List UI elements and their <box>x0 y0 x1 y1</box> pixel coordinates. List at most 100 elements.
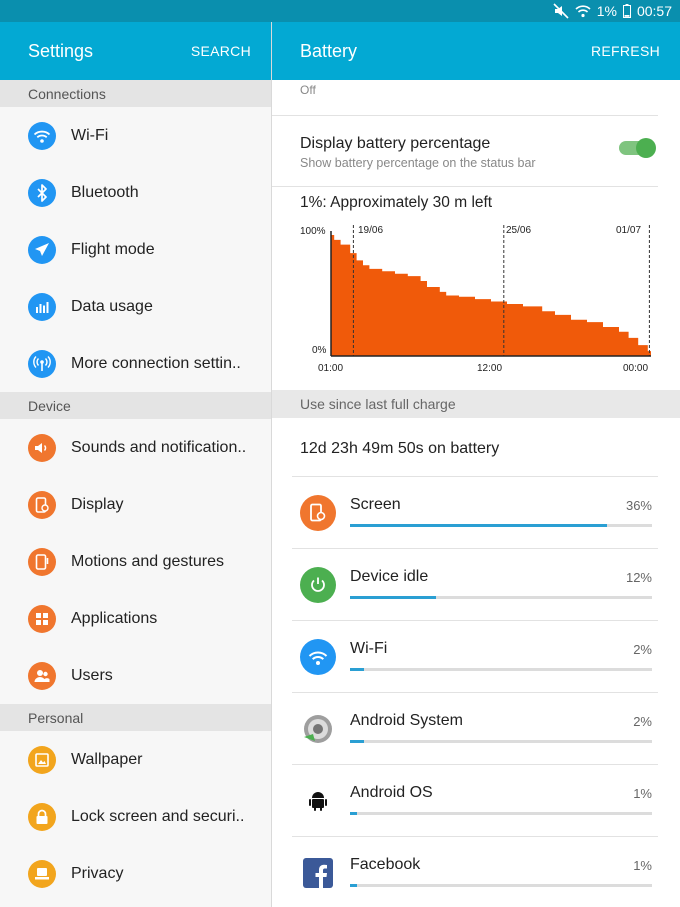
usage-progress-track <box>350 596 652 599</box>
menu-item-users[interactable]: Users <box>0 647 271 704</box>
usage-progress-track <box>350 524 652 527</box>
use-since-full-charge-header: Use since last full charge <box>272 390 680 418</box>
menu-item-label: Flight mode <box>71 240 155 258</box>
wifi-icon <box>575 4 591 18</box>
section-header-personal: Personal <box>0 704 271 731</box>
date-marker-label: 01/07 <box>616 225 641 236</box>
menu-item-flight-mode[interactable]: Flight mode <box>0 221 271 278</box>
usage-item-percent: 2% <box>633 714 652 729</box>
speaker-icon <box>28 433 56 462</box>
users-icon <box>28 661 56 690</box>
display-battery-percentage-row[interactable]: Display battery percentage Show battery … <box>272 116 658 187</box>
usage-item-wifi[interactable]: Wi-Fi 2% <box>292 620 658 692</box>
settings-app-bar: Settings SEARCH <box>0 22 271 80</box>
menu-item-wifi[interactable]: Wi-Fi <box>0 107 271 164</box>
bluetooth-icon <box>28 178 56 207</box>
battery-level-area <box>331 235 651 356</box>
usage-item-percent: 1% <box>633 786 652 801</box>
usage-item-facebook[interactable]: Facebook 1% <box>292 836 658 907</box>
battery-app-bar: Battery REFRESH <box>272 22 680 80</box>
usage-item-device-idle[interactable]: Device idle 12% <box>292 548 658 620</box>
time-on-battery: 12d 23h 49m 50s on battery <box>300 440 500 457</box>
usage-progress-fill <box>350 884 358 887</box>
menu-item-label: Privacy <box>71 864 124 882</box>
power-saving-setting-row[interactable]: Off <box>272 80 658 116</box>
android-system-icon <box>300 711 336 747</box>
usage-progress-track <box>350 740 652 743</box>
battery-usage-chart: 100% 0% 01:00 12:00 00:00 19/06 25/06 01… <box>292 217 660 377</box>
menu-item-label: Sounds and notification.. <box>71 438 247 456</box>
usage-item-percent: 36% <box>625 498 652 513</box>
usage-progress-track <box>350 812 652 815</box>
airplane-icon <box>28 235 56 264</box>
usage-item-name: Android System <box>350 712 463 729</box>
usage-item-screen[interactable]: Screen 36% <box>292 476 658 548</box>
hand-icon <box>28 547 56 576</box>
status-bar: 1% 00:57 <box>0 0 680 22</box>
menu-item-label: Motions and gestures <box>71 552 224 570</box>
usage-item-percent: 1% <box>633 858 652 873</box>
x-tick-label: 00:00 <box>623 363 648 374</box>
battery-panel: Battery REFRESH Off Display battery perc… <box>272 22 680 907</box>
wifi-icon <box>28 121 56 150</box>
y-axis-top-label: 100% <box>300 226 326 237</box>
settings-panel: Settings SEARCH Connections Wi-Fi Blueto… <box>0 22 271 907</box>
usage-item-percent: 12% <box>625 570 652 585</box>
usage-progress-fill <box>350 812 358 815</box>
battery-percentage-toggle[interactable] <box>619 138 656 158</box>
menu-item-label: Applications <box>71 609 158 627</box>
menu-item-label: Data usage <box>71 297 153 315</box>
facebook-icon <box>300 855 336 891</box>
antenna-icon <box>28 349 56 378</box>
x-tick-label: 01:00 <box>318 363 343 374</box>
usage-progress-fill <box>350 668 365 671</box>
refresh-button[interactable]: REFRESH <box>591 43 660 59</box>
settings-title: Settings <box>28 40 94 61</box>
menu-item-wallpaper[interactable]: Wallpaper <box>0 731 271 788</box>
menu-item-lock-screen[interactable]: Lock screen and securi.. <box>0 788 271 845</box>
privacy-icon <box>28 859 56 888</box>
menu-item-more-connection-settings[interactable]: More connection settin.. <box>0 335 271 392</box>
android-robot-icon <box>300 783 336 819</box>
lock-icon <box>28 802 56 831</box>
menu-item-label: Wallpaper <box>71 750 143 768</box>
setting-subtitle: Show battery percentage on the status ba… <box>300 156 536 170</box>
usage-item-percent: 2% <box>633 642 652 657</box>
menu-item-motions-gestures[interactable]: Motions and gestures <box>0 533 271 590</box>
menu-item-applications[interactable]: Applications <box>0 590 271 647</box>
search-button[interactable]: SEARCH <box>191 43 251 59</box>
section-header-connections: Connections <box>0 80 271 107</box>
toggle-knob <box>636 138 656 158</box>
menu-item-privacy[interactable]: Privacy <box>0 845 271 902</box>
battery-estimate: 1%: Approximately 30 m left <box>300 194 493 211</box>
menu-item-bluetooth[interactable]: Bluetooth <box>0 164 271 221</box>
usage-item-name: Device idle <box>350 568 429 585</box>
usage-item-android-os[interactable]: Android OS 1% <box>292 764 658 836</box>
date-marker-label: 19/06 <box>358 225 383 236</box>
wifi-icon <box>300 639 336 675</box>
menu-item-label: Bluetooth <box>71 183 139 201</box>
usage-item-name: Facebook <box>350 856 421 873</box>
wallpaper-icon <box>28 745 56 774</box>
menu-item-sounds[interactable]: Sounds and notification.. <box>0 419 271 476</box>
menu-item-label: Wi-Fi <box>71 126 109 144</box>
usage-item-name: Wi-Fi <box>350 640 388 657</box>
setting-value: Off <box>300 83 316 97</box>
date-marker-label: 25/06 <box>506 225 531 236</box>
power-icon <box>300 567 336 603</box>
section-header-device: Device <box>0 392 271 419</box>
usage-item-android-system[interactable]: Android System 2% <box>292 692 658 764</box>
bar-chart-icon <box>28 292 56 321</box>
menu-item-label: Users <box>71 666 113 684</box>
usage-progress-track <box>350 884 652 887</box>
usage-item-name: Android OS <box>350 784 433 801</box>
apps-grid-icon <box>28 604 56 633</box>
menu-item-data-usage[interactable]: Data usage <box>0 278 271 335</box>
mute-icon <box>553 3 569 19</box>
y-axis-bottom-label: 0% <box>312 345 327 356</box>
battery-chart-svg: 100% 0% 01:00 12:00 00:00 19/06 25/06 01… <box>300 225 651 374</box>
usage-progress-fill <box>350 596 436 599</box>
usage-progress-fill <box>350 524 607 527</box>
battery-usage-list: Screen 36% Device idle 12% Wi-Fi 2% Andr… <box>292 476 658 907</box>
menu-item-display[interactable]: Display <box>0 476 271 533</box>
